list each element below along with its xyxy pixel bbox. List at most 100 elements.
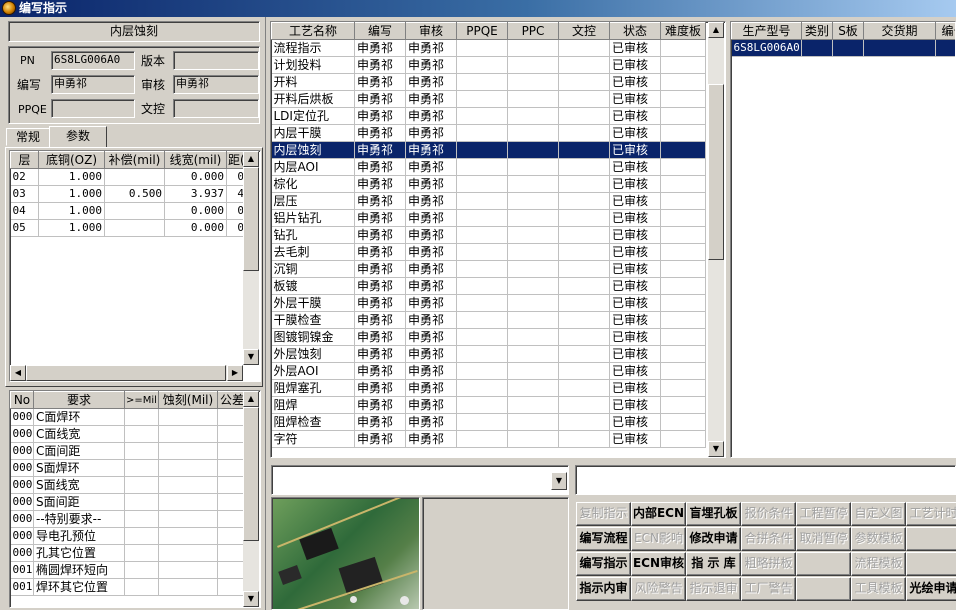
process-cell[interactable]: 已审核 bbox=[609, 56, 661, 74]
model-cell[interactable]: 6S8LG006A0 bbox=[731, 39, 802, 57]
process-cell[interactable] bbox=[660, 226, 706, 244]
process-cell[interactable] bbox=[558, 56, 610, 74]
process-cell[interactable] bbox=[456, 56, 508, 74]
process-cell[interactable]: 申勇祁 bbox=[405, 192, 457, 210]
req-row[interactable]: 000 孔其它位置 bbox=[10, 544, 247, 562]
process-cell[interactable] bbox=[507, 90, 559, 108]
process-cell[interactable] bbox=[456, 362, 508, 380]
process-cell[interactable]: 申勇祁 bbox=[354, 311, 406, 329]
req-cell[interactable]: 孔其它位置 bbox=[33, 544, 125, 562]
process-row[interactable]: 外层蚀刻 申勇祁 申勇祁 已审核 bbox=[271, 345, 706, 363]
process-cell[interactable]: 开料 bbox=[271, 73, 355, 91]
process-cell[interactable] bbox=[558, 158, 610, 176]
process-cell[interactable]: 内层蚀刻 bbox=[271, 141, 355, 159]
req-cell[interactable]: 001 bbox=[10, 561, 34, 579]
process-cell[interactable]: 申勇祁 bbox=[354, 209, 406, 227]
process-cell[interactable]: 已审核 bbox=[609, 243, 661, 261]
process-cell[interactable] bbox=[558, 328, 610, 346]
req-cell[interactable]: C面线宽 bbox=[33, 425, 125, 443]
process-row[interactable]: 阻焊检查 申勇祁 申勇祁 已审核 bbox=[271, 413, 706, 431]
process-cell[interactable] bbox=[558, 192, 610, 210]
layer-row[interactable]: 04 1.000 0.000 0 bbox=[10, 202, 247, 220]
process-cell[interactable]: 申勇祁 bbox=[354, 243, 406, 261]
process-cell[interactable] bbox=[558, 107, 610, 125]
process-cell[interactable]: 申勇祁 bbox=[405, 328, 457, 346]
req-cell[interactable] bbox=[124, 561, 159, 579]
process-row[interactable]: 外层AOI 申勇祁 申勇祁 已审核 bbox=[271, 362, 706, 380]
process-cell[interactable]: 已审核 bbox=[609, 73, 661, 91]
req-row[interactable]: 000 S面线宽 bbox=[10, 476, 247, 494]
button-3-0[interactable]: 指示内审 bbox=[576, 577, 631, 601]
scroll-up-icon[interactable]: ▲ bbox=[708, 22, 724, 38]
layer-cell[interactable]: 0.500 bbox=[104, 185, 165, 203]
layer-cell[interactable] bbox=[104, 219, 165, 237]
process-cell[interactable] bbox=[558, 141, 610, 159]
req-cell[interactable] bbox=[124, 408, 159, 426]
req-cell[interactable] bbox=[124, 493, 159, 511]
process-cell[interactable] bbox=[507, 328, 559, 346]
process-cell[interactable]: 申勇祁 bbox=[405, 362, 457, 380]
process-cell[interactable] bbox=[507, 430, 559, 448]
process-cell[interactable] bbox=[660, 430, 706, 448]
process-cell[interactable]: 申勇祁 bbox=[354, 175, 406, 193]
writer-field[interactable]: 申勇祁 bbox=[51, 75, 135, 94]
process-cell[interactable] bbox=[660, 73, 706, 91]
req-cell[interactable] bbox=[158, 561, 218, 579]
process-cell[interactable] bbox=[456, 311, 508, 329]
process-cell[interactable]: 申勇祁 bbox=[405, 430, 457, 448]
req-cell[interactable] bbox=[158, 459, 218, 477]
doc-control-field[interactable] bbox=[173, 99, 259, 118]
proc-col-name[interactable]: 工艺名称 bbox=[271, 22, 355, 40]
process-cell[interactable] bbox=[456, 413, 508, 431]
process-cell[interactable]: 已审核 bbox=[609, 311, 661, 329]
model-col-s-board[interactable]: S板 bbox=[832, 22, 864, 40]
button-3-6[interactable]: 光绘申请 bbox=[906, 577, 956, 601]
process-cell[interactable] bbox=[456, 396, 508, 414]
process-cell[interactable]: 申勇祁 bbox=[354, 39, 406, 57]
layer-cell[interactable]: 0.000 bbox=[164, 168, 227, 186]
process-cell[interactable] bbox=[507, 396, 559, 414]
layer-cell[interactable]: 1.000 bbox=[38, 202, 105, 220]
process-cell[interactable]: 内层干膜 bbox=[271, 124, 355, 142]
process-cell[interactable]: 已审核 bbox=[609, 362, 661, 380]
req-cell[interactable]: C面焊环 bbox=[33, 408, 125, 426]
process-cell[interactable]: 已审核 bbox=[609, 209, 661, 227]
process-cell[interactable]: 申勇祁 bbox=[405, 141, 457, 159]
process-cell[interactable]: 申勇祁 bbox=[354, 294, 406, 312]
req-cell[interactable]: 椭圆焊环短向 bbox=[33, 561, 125, 579]
process-cell[interactable] bbox=[507, 175, 559, 193]
req-row[interactable]: 001 焊环其它位置 bbox=[10, 578, 247, 596]
process-cell[interactable] bbox=[507, 141, 559, 159]
process-grid-vscrollbar[interactable]: ▲ ▼ bbox=[708, 22, 724, 457]
process-cell[interactable] bbox=[507, 294, 559, 312]
process-cell[interactable]: 申勇祁 bbox=[354, 124, 406, 142]
tab-parameters[interactable]: 参数 bbox=[49, 126, 107, 148]
req-cell[interactable]: S面焊环 bbox=[33, 459, 125, 477]
req-cell[interactable] bbox=[158, 527, 218, 545]
req-cell[interactable]: 001 bbox=[10, 578, 34, 596]
process-cell[interactable] bbox=[456, 345, 508, 363]
process-cell[interactable] bbox=[558, 362, 610, 380]
scroll-up-icon[interactable]: ▲ bbox=[243, 391, 259, 407]
process-cell[interactable] bbox=[660, 209, 706, 227]
process-cell[interactable] bbox=[507, 192, 559, 210]
process-cell[interactable] bbox=[558, 345, 610, 363]
proc-col-ppqe[interactable]: PPQE bbox=[456, 22, 508, 40]
process-cell[interactable] bbox=[507, 73, 559, 91]
process-cell[interactable]: 计划投料 bbox=[271, 56, 355, 74]
version-field[interactable] bbox=[173, 51, 259, 70]
process-cell[interactable]: 申勇祁 bbox=[405, 209, 457, 227]
tab-general[interactable]: 常规 bbox=[6, 128, 50, 146]
button-1-0[interactable]: 编写流程 bbox=[576, 527, 631, 551]
process-cell[interactable]: 申勇祁 bbox=[405, 396, 457, 414]
req-row[interactable]: 000 C面线宽 bbox=[10, 425, 247, 443]
process-cell[interactable]: 申勇祁 bbox=[405, 379, 457, 397]
model-cell[interactable] bbox=[832, 39, 864, 57]
req-cell[interactable] bbox=[158, 425, 218, 443]
process-row[interactable]: 外层干膜 申勇祁 申勇祁 已审核 bbox=[271, 294, 706, 312]
process-cell[interactable] bbox=[507, 260, 559, 278]
req-cell[interactable]: 焊环其它位置 bbox=[33, 578, 125, 596]
req-col-no[interactable]: No bbox=[10, 391, 34, 409]
process-cell[interactable]: 申勇祁 bbox=[405, 294, 457, 312]
layer-cell[interactable]: 0.000 bbox=[164, 202, 227, 220]
